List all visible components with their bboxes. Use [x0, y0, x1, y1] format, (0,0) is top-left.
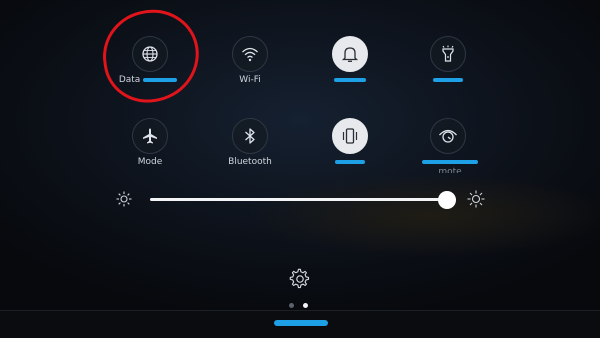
bell-icon: [341, 47, 359, 62]
vibrate-toggle-button[interactable]: [332, 118, 368, 154]
redaction-mark: [422, 159, 478, 164]
eye-icon: [439, 129, 457, 143]
redaction-mark: [274, 320, 328, 326]
flashlight-toggle-button[interactable]: [430, 36, 466, 72]
redaction-mark: [335, 159, 365, 164]
tile-label: [300, 157, 400, 168]
brightness-slider-track[interactable]: [150, 198, 456, 201]
tile-label: Wi-Fi: [239, 75, 261, 85]
bluetooth-toggle-button[interactable]: [232, 118, 268, 154]
brightness-high-icon: [467, 190, 485, 208]
tile-flashlight[interactable]: [398, 36, 498, 100]
airplane-mode-toggle-button[interactable]: [132, 118, 168, 154]
redaction-mark: [334, 77, 366, 82]
tile-airplane-mode[interactable]: Mode: [100, 118, 200, 182]
settings-gear-icon[interactable]: [289, 268, 311, 290]
tile-eye-comfort[interactable]: mote: [398, 118, 498, 182]
tile-vibrate[interactable]: [300, 118, 400, 182]
wifi-icon: [242, 47, 258, 62]
tile-sublabel: mote: [438, 167, 462, 173]
redaction-mark: [433, 77, 463, 82]
brightness-low-icon: [116, 191, 132, 207]
tile-sound[interactable]: [300, 36, 400, 100]
vibrate-icon: [342, 128, 358, 144]
flashlight-icon: [442, 45, 454, 62]
tile-label: [398, 75, 498, 86]
bluetooth-icon: [245, 128, 255, 144]
eye-comfort-toggle-button[interactable]: [430, 118, 466, 154]
tile-label: [300, 75, 400, 86]
tile-label: Bluetooth: [228, 157, 272, 167]
tile-wifi[interactable]: Wi-Fi: [200, 36, 300, 100]
airplane-icon: [143, 128, 157, 144]
page-indicator-dot-active: [303, 303, 308, 308]
page-indicator-dot: [289, 303, 294, 308]
sound-toggle-button[interactable]: [332, 36, 368, 72]
wifi-toggle-button[interactable]: [232, 36, 268, 72]
tile-sublabel: [100, 167, 200, 173]
tile-bluetooth[interactable]: Bluetooth: [200, 118, 300, 182]
brightness-slider-thumb[interactable]: [437, 191, 456, 209]
